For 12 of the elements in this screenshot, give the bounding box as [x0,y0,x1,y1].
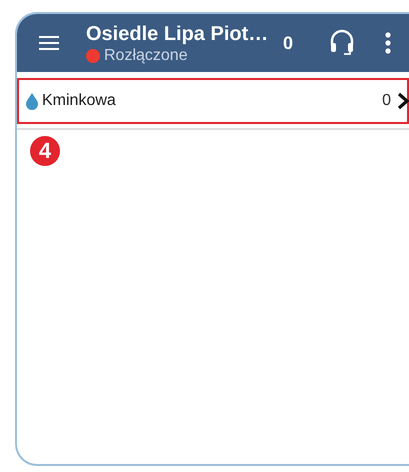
item-count: 0 [382,92,391,110]
menu-icon[interactable] [39,35,59,51]
more-icon[interactable] [385,32,392,54]
counter: 0 [283,32,294,54]
list-item[interactable]: Kminkowa 0 [17,78,409,124]
connection-status: Rozłączone [104,46,188,64]
step-badge: 4 [30,136,60,166]
chevron-icon [397,92,409,110]
water-drop-icon [25,92,39,110]
app-title: Osiedle Lipa Piot… [86,22,266,46]
headset-icon[interactable] [329,29,356,57]
item-name: Kminkowa [42,92,116,110]
